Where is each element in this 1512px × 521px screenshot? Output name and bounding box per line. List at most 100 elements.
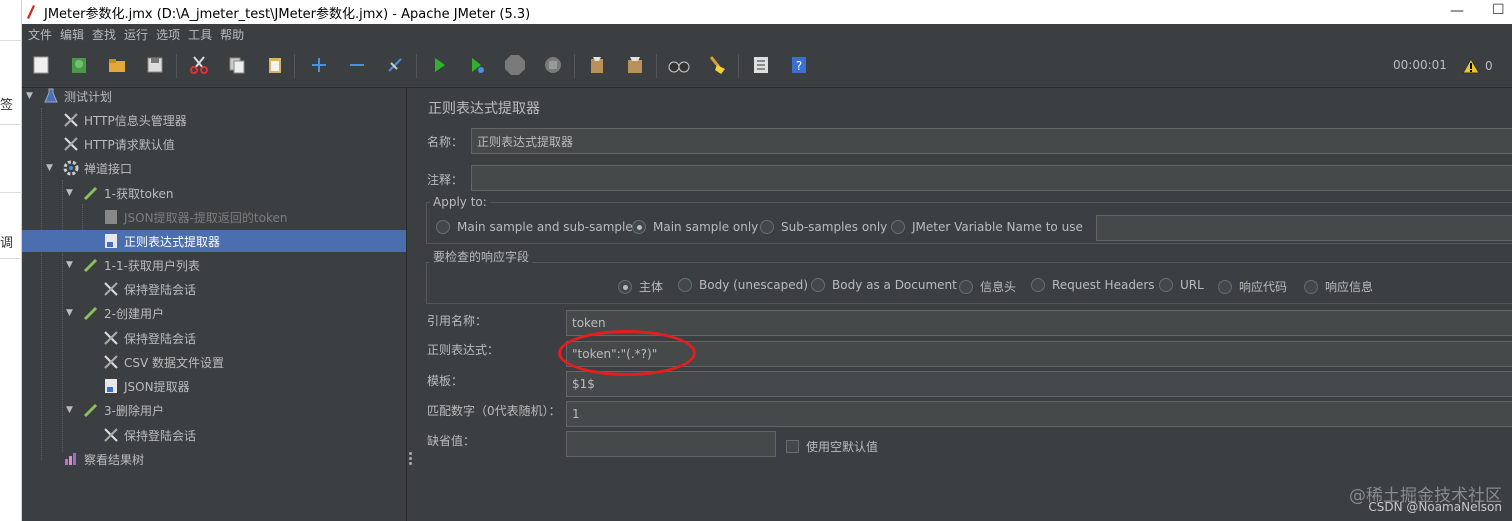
ref-name-input[interactable]: token (566, 310, 1512, 336)
minimize-button[interactable]: — (1450, 3, 1464, 19)
template-label: 模板： (427, 374, 464, 388)
pipette-icon (82, 304, 100, 322)
match-no-input[interactable]: 1 (566, 401, 1512, 427)
tools-icon (102, 329, 120, 347)
ref-name-label: 引用名称： (427, 314, 488, 328)
templates-icon[interactable] (68, 54, 90, 76)
svg-text:?: ? (796, 59, 802, 73)
flask-icon (42, 87, 60, 105)
tree-node-get-token[interactable]: ▼ 1-获取token (66, 182, 174, 204)
tree-node-get-user-list[interactable]: ▼ 1-1-获取用户列表 (66, 254, 200, 276)
start-icon[interactable] (428, 54, 450, 76)
collapse-icon[interactable] (346, 54, 368, 76)
warnings-indicator[interactable]: 0 (1462, 56, 1502, 76)
regex-extractor-panel: 正则表达式提取器 名称： 正则表达式提取器 注释： Apply to: Main… (414, 88, 1512, 521)
tree-node-thread-group[interactable]: ▼ 禅道接口 (46, 157, 132, 179)
tree-node-regex-extractor[interactable]: 正则表达式提取器 (22, 230, 406, 252)
start-no-pauses-icon[interactable] (466, 54, 488, 76)
strip-char: 签 (0, 98, 14, 113)
reset-search-icon[interactable] (706, 54, 728, 76)
use-empty-default-checkbox[interactable]: 使用空默认值 (786, 438, 878, 455)
open-icon[interactable] (106, 54, 128, 76)
chart-icon (62, 450, 80, 468)
radio-request-headers[interactable]: Request Headers (1031, 278, 1155, 292)
radio-main-only[interactable]: Main sample only (632, 220, 758, 234)
radio-url[interactable]: URL (1159, 278, 1204, 292)
tree-node-delete-user[interactable]: ▼ 3-删除用户 (66, 399, 164, 421)
warning-count: 0 (1485, 59, 1493, 73)
menu-options[interactable]: 选项 (156, 26, 180, 43)
comment-label: 注释： (427, 173, 464, 187)
apply-to-title: Apply to: (430, 195, 490, 209)
radio-body-unescaped[interactable]: Body (unescaped) (678, 278, 808, 292)
gear-icon (62, 159, 80, 177)
regex-input[interactable]: "token":"(.*?)" (566, 341, 1512, 367)
tree-node-keep-session-2[interactable]: 保持登陆会话 (102, 327, 196, 349)
function-helper-icon[interactable] (750, 54, 772, 76)
tree-node-http-defaults[interactable]: HTTP请求默认值 (62, 133, 175, 155)
tools-icon (62, 111, 80, 129)
clear-icon[interactable] (586, 54, 608, 76)
jmeter-variable-input[interactable] (1096, 215, 1512, 241)
shutdown-icon[interactable] (542, 54, 564, 76)
tree-node-http-header-manager[interactable]: HTTP信息头管理器 (62, 109, 187, 131)
radio-jmeter-variable[interactable]: JMeter Variable Name to use (891, 220, 1083, 234)
menu-help[interactable]: 帮助 (220, 26, 244, 43)
stop-icon[interactable] (504, 54, 526, 76)
jmeter-window: JMeter参数化.jmx (D:\A_jmeter_test\JMeter参数… (22, 0, 1512, 521)
name-input[interactable]: 正则表达式提取器 (471, 128, 1512, 154)
tree-node-json-extractor[interactable]: JSON提取器 (102, 375, 190, 397)
warning-icon (1462, 58, 1480, 74)
radio-main-and-sub[interactable]: Main sample and sub-samples (436, 220, 639, 234)
test-plan-tree: ▼ 测试计划 HTTP信息头管理器 HTTP请求默认值 ▼ 禅道接口 ▼ 1-获… (22, 88, 406, 521)
tree-node-json-extractor-disabled[interactable]: JSON提取器-提取返回的token (102, 206, 287, 228)
expand-icon[interactable] (308, 54, 330, 76)
tree-node-test-plan[interactable]: ▼ 测试计划 (26, 85, 112, 107)
copy-icon[interactable] (226, 54, 248, 76)
new-icon[interactable] (30, 54, 52, 76)
menu-search[interactable]: 查找 (92, 26, 116, 43)
radio-body-as-document[interactable]: Body as a Document (811, 278, 957, 292)
tree-node-csv-data-set[interactable]: CSV 数据文件设置 (102, 351, 224, 373)
tools-icon (102, 280, 120, 298)
menu-file[interactable]: 文件 (28, 26, 52, 43)
menu-edit[interactable]: 编辑 (60, 26, 84, 43)
highlight-ellipse (558, 330, 696, 376)
pipette-icon (82, 256, 100, 274)
background-window-strip: 签 调 (0, 0, 22, 521)
regex-label: 正则表达式： (427, 343, 500, 357)
tree-node-create-user[interactable]: ▼ 2-创建用户 (66, 302, 164, 324)
pipette-icon (82, 184, 100, 202)
clear-all-icon[interactable] (624, 54, 646, 76)
template-input[interactable]: $1$ (566, 371, 1512, 397)
save-icon[interactable] (144, 54, 166, 76)
elapsed-timer: 00:00:01 (1393, 58, 1447, 72)
match-no-label: 匹配数字（0代表随机）： (427, 404, 561, 418)
menu-run[interactable]: 运行 (124, 26, 148, 43)
radio-response-message[interactable]: 响应信息 (1304, 278, 1373, 295)
search-icon[interactable] (668, 54, 690, 76)
tree-node-view-results-tree[interactable]: 察看结果树 (62, 448, 144, 470)
response-field-title: 要检查的响应字段 (430, 248, 533, 265)
toggle-icon[interactable] (384, 54, 406, 76)
cut-icon[interactable] (188, 54, 210, 76)
radio-sub-only[interactable]: Sub-samples only (760, 220, 887, 234)
radio-response-code[interactable]: 响应代码 (1218, 278, 1287, 295)
name-label: 名称： (427, 135, 464, 149)
maximize-button[interactable]: ☐ (1492, 2, 1505, 18)
radio-body[interactable]: 主体 (618, 278, 663, 295)
menu-tools[interactable]: 工具 (188, 26, 212, 43)
tree-node-keep-session-1[interactable]: 保持登陆会话 (102, 278, 196, 300)
menu-bar: 文件 编辑 查找 运行 选项 工具 帮助 (22, 24, 1512, 44)
comment-input[interactable] (471, 165, 1512, 191)
document-icon (102, 232, 120, 250)
radio-headers[interactable]: 信息头 (959, 278, 1016, 295)
tree-node-keep-session-3[interactable]: 保持登陆会话 (102, 424, 196, 446)
default-value-input[interactable] (566, 431, 776, 457)
window-title: JMeter参数化.jmx (D:\A_jmeter_test\JMeter参数… (44, 6, 531, 22)
paste-icon[interactable] (264, 54, 286, 76)
tools-icon (62, 135, 80, 153)
strip-char: 调 (0, 236, 14, 251)
tools-icon (102, 353, 120, 371)
help-icon[interactable]: ? (788, 54, 810, 76)
